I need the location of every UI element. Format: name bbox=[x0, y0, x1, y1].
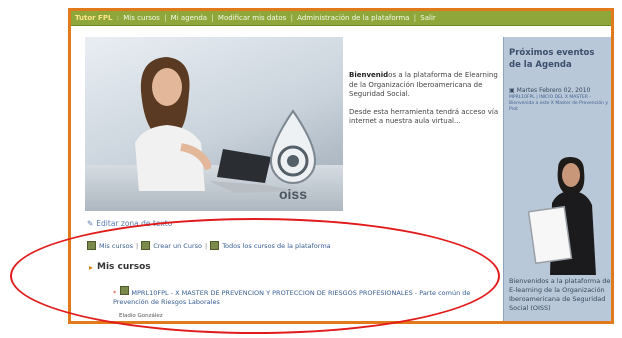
course-title-link[interactable]: MPRL10FPL - X MASTER DE PREVENCION Y PRO… bbox=[113, 289, 470, 306]
page-frame: Tutor FPL : Mis cursos | Mi agenda | Mod… bbox=[68, 8, 614, 324]
events-heading: Próximos eventos de la Agenda bbox=[509, 48, 595, 70]
my-courses-heading: ▸ Mis cursos bbox=[89, 262, 151, 272]
pencil-icon: ✎ bbox=[87, 219, 94, 228]
welcome-paragraph-2: Desde esta herramienta tendrá acceso vía… bbox=[349, 107, 499, 126]
link-crear-curso[interactable]: Crear un Curso bbox=[153, 242, 202, 250]
course-icon bbox=[87, 241, 96, 250]
nav-link-modificar-datos[interactable]: Modificar mis datos bbox=[218, 14, 286, 22]
top-navigation-bar: Tutor FPL : Mis cursos | Mi agenda | Mod… bbox=[71, 11, 611, 26]
welcome-text: Bienvenidos a la plataforma de Elearning… bbox=[349, 71, 499, 135]
course-teacher: Eladio González bbox=[119, 313, 163, 319]
sidebar-events: Próximos eventos de la Agenda ▣ Martes F… bbox=[503, 37, 611, 321]
list-item[interactable]: * MPRL10FPL - X MASTER DE PREVENCION Y P… bbox=[113, 286, 483, 307]
nav-link-administracion[interactable]: Administración de la plataforma bbox=[297, 14, 409, 22]
calendar-icon: ▣ bbox=[509, 87, 515, 94]
edit-text-zone-link[interactable]: ✎ Editar zona de texto bbox=[87, 219, 172, 228]
star-icon: * bbox=[113, 289, 117, 297]
event-date: ▣ Martes Febrero 02, 2010 bbox=[509, 87, 591, 94]
current-user: Tutor FPL bbox=[75, 14, 113, 22]
welcome-banner-image: oiss bbox=[85, 37, 343, 211]
businesswoman-illustration bbox=[527, 157, 596, 275]
sidebar-blurb: Bienvenidos a la plataforma de E-learnin… bbox=[509, 277, 611, 312]
nav-link-mis-cursos[interactable]: Mis cursos bbox=[123, 14, 160, 22]
nav-link-mi-agenda[interactable]: Mi agenda bbox=[171, 14, 207, 22]
link-todos-cursos[interactable]: Todos los cursos de la plataforma bbox=[222, 242, 330, 250]
triangle-bullet-icon: ▸ bbox=[89, 262, 94, 272]
welcome-strong: Bienvenid bbox=[349, 71, 389, 79]
edit-text-zone-label: Editar zona de texto bbox=[96, 219, 173, 228]
course-icon bbox=[141, 241, 151, 250]
my-courses-title: Mis cursos bbox=[97, 262, 151, 272]
course-icon bbox=[120, 286, 130, 295]
course-icon bbox=[210, 241, 220, 250]
course-links-row: Mis cursos | Crear un Curso | Todos los … bbox=[87, 241, 331, 250]
link-mis-cursos[interactable]: Mis cursos bbox=[99, 242, 133, 250]
nav-link-salir[interactable]: Salir bbox=[420, 14, 436, 22]
woman-at-laptop-illustration bbox=[135, 57, 211, 191]
oiss-logo-icon: oiss bbox=[269, 109, 317, 202]
oiss-logo-text: oiss bbox=[279, 186, 307, 202]
event-link[interactable]: MPRL10FPL | INICIO DEL X MASTER - Bienve… bbox=[509, 95, 609, 113]
